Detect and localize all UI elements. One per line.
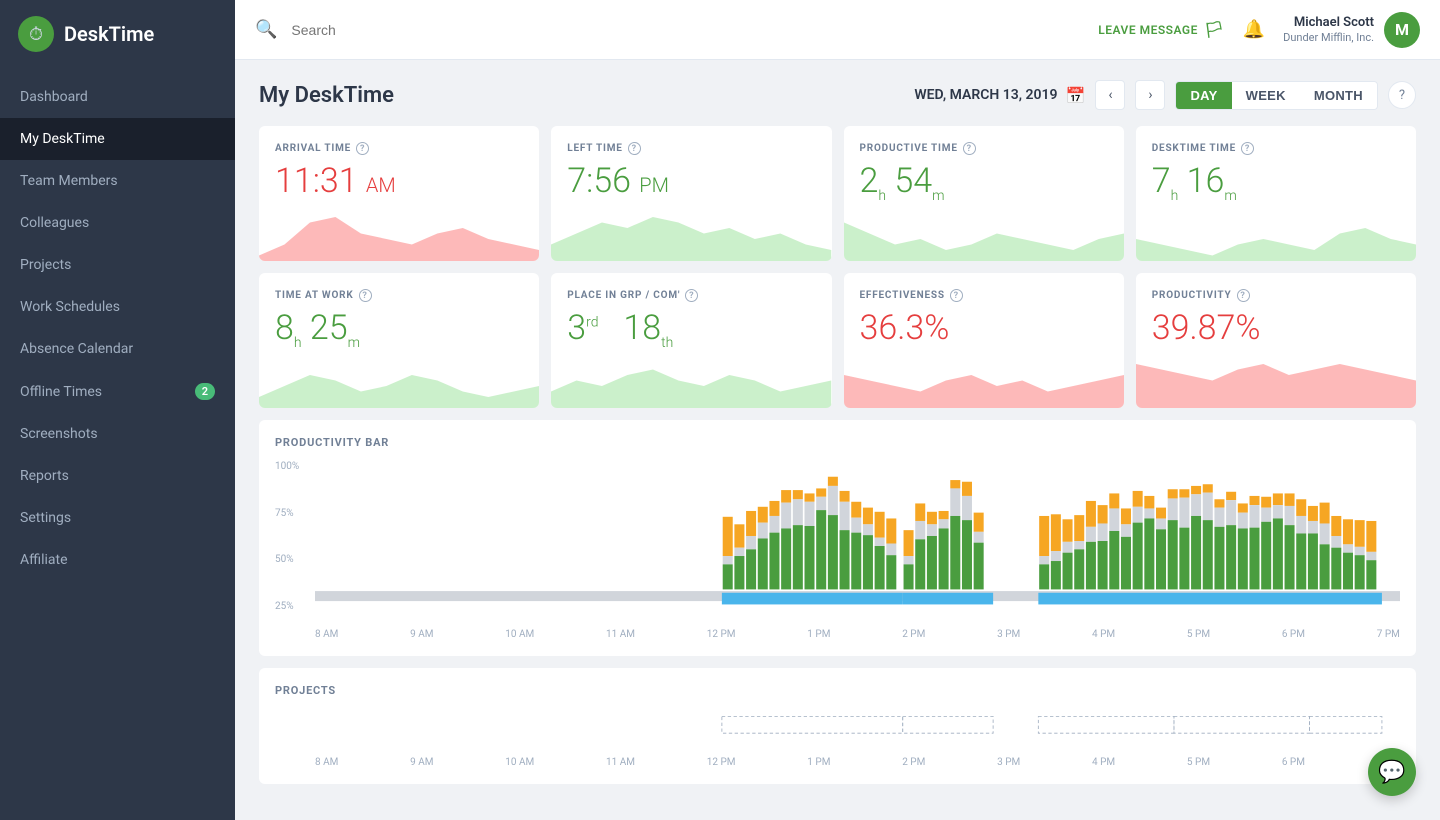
- stat-chart-place-in-grp: [551, 353, 831, 408]
- user-name: Michael Scott: [1283, 15, 1374, 32]
- sidebar-item-colleagues[interactable]: Colleagues: [0, 202, 235, 244]
- info-icon-productivity[interactable]: ?: [1237, 289, 1250, 302]
- info-icon-arrival-time[interactable]: ?: [356, 142, 369, 155]
- productivity-bar-svg: [315, 461, 1400, 621]
- user-info: Michael Scott Dunder Mifflin, Inc. M: [1283, 12, 1420, 48]
- stat-card-arrival-time: ARRIVAL TIME ? 11:31 AM: [259, 126, 539, 261]
- sidebar-item-label: Dashboard: [20, 89, 88, 105]
- sidebar-item-label: My DeskTime: [20, 131, 105, 147]
- header-actions: LEAVE MESSAGE 🏳 🔔 Michael Scott Dunder M…: [1098, 12, 1420, 48]
- sidebar-item-label: Reports: [20, 468, 69, 484]
- week-view-button[interactable]: WEEK: [1232, 82, 1300, 109]
- stat-label-productive-time: PRODUCTIVE TIME ?: [860, 142, 1108, 155]
- stat-card-place-in-grp: PLACE IN GRP / COM' ? 3rd 18th: [551, 273, 831, 408]
- stats-row-2: TIME AT WORK ? 8h 25m PLACE IN GRP / COM…: [259, 273, 1416, 408]
- sidebar-item-affiliate[interactable]: Affiliate: [0, 539, 235, 581]
- sidebar-item-settings[interactable]: Settings: [0, 497, 235, 539]
- sidebar-item-my-desktime[interactable]: My DeskTime: [0, 118, 235, 160]
- current-date: WED, MARCH 13, 2019: [914, 87, 1057, 103]
- stat-chart-left-time: [551, 206, 831, 261]
- stat-card-productivity: PRODUCTIVITY ? 39.87%: [1136, 273, 1416, 408]
- info-icon-effectiveness[interactable]: ?: [950, 289, 963, 302]
- stat-chart-desktime-time: [1136, 206, 1416, 261]
- stat-card-left-time: LEFT TIME ? 7:56 PM: [551, 126, 831, 261]
- info-icon-desktime-time[interactable]: ?: [1241, 142, 1254, 155]
- stat-label-time-at-work: TIME AT WORK ?: [275, 289, 523, 302]
- stat-chart-time-at-work: [259, 353, 539, 408]
- search-input[interactable]: [291, 22, 1084, 38]
- sidebar-item-team-members[interactable]: Team Members: [0, 160, 235, 202]
- chat-button[interactable]: 💬: [1368, 748, 1416, 796]
- sidebar-item-label: Offline Times: [20, 384, 102, 400]
- sidebar-badge-offline-times: 2: [195, 383, 215, 400]
- stat-chart-productivity: [1136, 353, 1416, 408]
- stat-card-desktime-time: DESKTIME TIME ? 7h 16m: [1136, 126, 1416, 261]
- productivity-bar-title: PRODUCTIVITY BAR: [275, 436, 1400, 449]
- sidebar-item-label: Affiliate: [20, 552, 68, 568]
- stat-label-left-time: LEFT TIME ?: [567, 142, 815, 155]
- content-area: My DeskTime WED, MARCH 13, 2019 📅 ‹ › DA…: [235, 60, 1440, 820]
- avatar[interactable]: M: [1384, 12, 1420, 48]
- info-icon-left-time[interactable]: ?: [628, 142, 641, 155]
- stat-label-place-in-grp: PLACE IN GRP / COM' ?: [567, 289, 815, 302]
- projects-svg: [315, 709, 1400, 749]
- date-controls: WED, MARCH 13, 2019 📅 ‹ › DAY WEEK MONTH…: [914, 80, 1416, 110]
- main-content: 🔍 LEAVE MESSAGE 🏳 🔔 Michael Scott Dunder…: [235, 0, 1440, 820]
- header: 🔍 LEAVE MESSAGE 🏳 🔔 Michael Scott Dunder…: [235, 0, 1440, 60]
- sidebar-item-reports[interactable]: Reports: [0, 455, 235, 497]
- date-display: WED, MARCH 13, 2019 📅: [914, 86, 1085, 105]
- stat-label-productivity: PRODUCTIVITY ?: [1152, 289, 1400, 302]
- month-view-button[interactable]: MONTH: [1300, 82, 1377, 109]
- page-header: My DeskTime WED, MARCH 13, 2019 📅 ‹ › DA…: [259, 80, 1416, 110]
- sidebar: DeskTime Dashboard My DeskTime Team Member…: [0, 0, 235, 820]
- sidebar-item-absence-calendar[interactable]: Absence Calendar: [0, 328, 235, 370]
- sidebar-item-work-schedules[interactable]: Work Schedules: [0, 286, 235, 328]
- prev-day-button[interactable]: ‹: [1095, 80, 1125, 110]
- sidebar-item-offline-times[interactable]: Offline Times 2: [0, 370, 235, 413]
- info-icon-place-in-grp[interactable]: ?: [685, 289, 698, 302]
- stats-row-1: ARRIVAL TIME ? 11:31 AM LEFT TIME ? 7:56…: [259, 126, 1416, 261]
- sidebar-item-dashboard[interactable]: Dashboard: [0, 76, 235, 118]
- projects-section: PROJECTS 8 AM 9 AM 10 AM 11 AM 12 PM 1 P…: [259, 668, 1416, 784]
- stat-card-effectiveness: EFFECTIVENESS ? 36.3%: [844, 273, 1124, 408]
- sidebar-item-screenshots[interactable]: Screenshots: [0, 413, 235, 455]
- productivity-bar-section: PRODUCTIVITY BAR 100% 75% 50% 25% 8 AM 9…: [259, 420, 1416, 656]
- sidebar-item-projects[interactable]: Projects: [0, 244, 235, 286]
- search-icon: 🔍: [255, 19, 277, 40]
- logo-text: DeskTime: [64, 22, 154, 46]
- user-company: Dunder Mifflin, Inc.: [1283, 31, 1374, 44]
- page-title: My DeskTime: [259, 83, 394, 108]
- stat-label-effectiveness: EFFECTIVENESS ?: [860, 289, 1108, 302]
- info-icon-productive-time[interactable]: ?: [963, 142, 976, 155]
- sidebar-logo: DeskTime: [0, 0, 235, 68]
- view-toggle: DAY WEEK MONTH: [1175, 81, 1378, 110]
- sidebar-item-label: Settings: [20, 510, 71, 526]
- stat-label-arrival-time: ARRIVAL TIME ?: [275, 142, 523, 155]
- stat-chart-productive-time: [844, 206, 1124, 261]
- logo-icon: [18, 16, 54, 52]
- productivity-bar-chart: 100% 75% 50% 25% 8 AM 9 AM 10 AM 11 AM 1…: [275, 461, 1400, 640]
- sidebar-item-label: Projects: [20, 257, 71, 273]
- sidebar-item-label: Screenshots: [20, 426, 98, 442]
- day-view-button[interactable]: DAY: [1176, 82, 1231, 109]
- sidebar-item-label: Team Members: [20, 173, 118, 189]
- stat-card-productive-time: PRODUCTIVE TIME ? 2h 54m: [844, 126, 1124, 261]
- flag-icon: 🏳: [1204, 20, 1225, 39]
- notifications-icon[interactable]: 🔔: [1243, 19, 1265, 40]
- calendar-icon[interactable]: 📅: [1066, 86, 1086, 105]
- projects-title: PROJECTS: [275, 684, 1400, 697]
- stat-label-desktime-time: DESKTIME TIME ?: [1152, 142, 1400, 155]
- info-icon-time-at-work[interactable]: ?: [359, 289, 372, 302]
- stat-card-time-at-work: TIME AT WORK ? 8h 25m: [259, 273, 539, 408]
- help-button[interactable]: ?: [1388, 81, 1416, 109]
- next-day-button[interactable]: ›: [1135, 80, 1165, 110]
- stat-chart-arrival-time: [259, 206, 539, 261]
- sidebar-item-label: Absence Calendar: [20, 341, 133, 357]
- sidebar-navigation: Dashboard My DeskTime Team Members Colleagu…: [0, 76, 235, 581]
- sidebar-item-label: Colleagues: [20, 215, 89, 231]
- sidebar-item-label: Work Schedules: [20, 299, 120, 315]
- leave-message-button[interactable]: LEAVE MESSAGE 🏳: [1098, 20, 1224, 39]
- stat-chart-effectiveness: [844, 353, 1124, 408]
